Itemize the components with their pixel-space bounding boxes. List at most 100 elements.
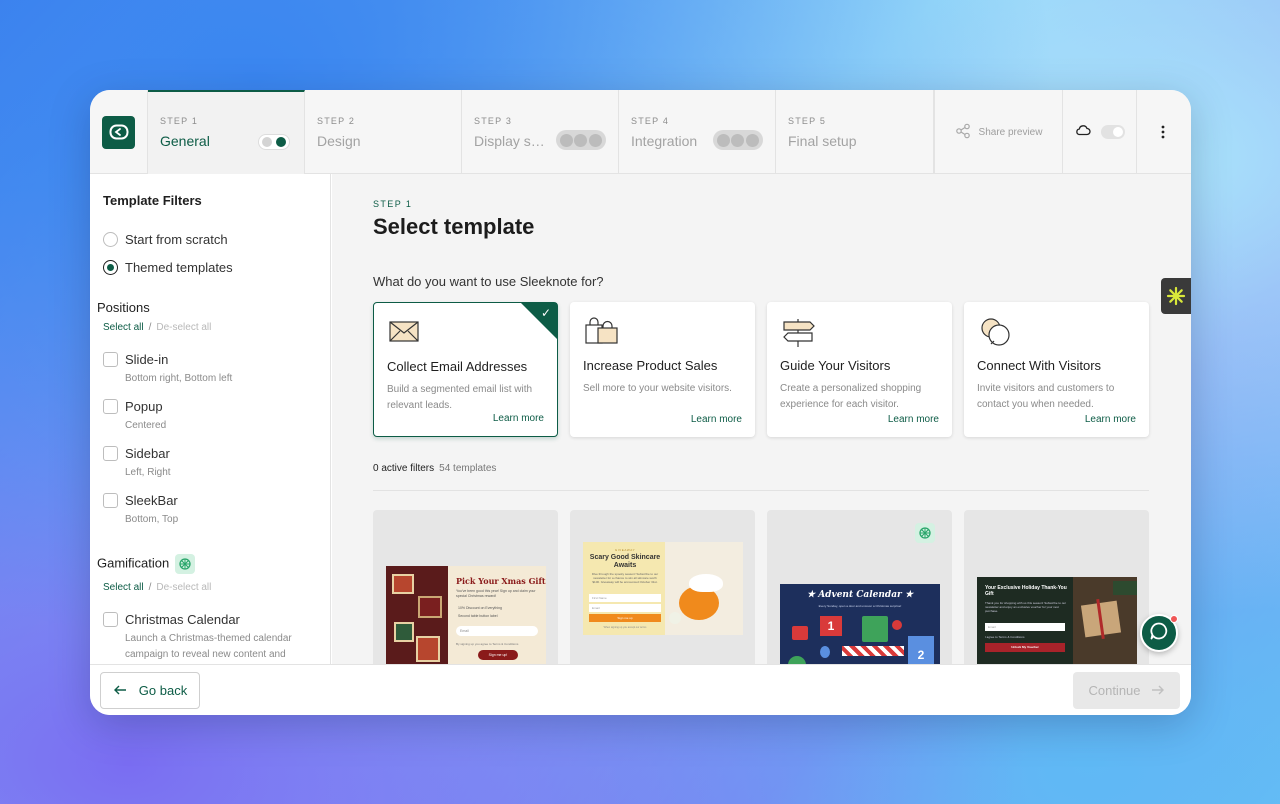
checkbox-label: Sidebar [125,446,170,461]
template-cta: Sign me up! [478,650,518,660]
radio-button[interactable] [103,232,118,247]
template-preview: Pick Your Xmas Gift You've been good thi… [386,566,546,664]
checkbox[interactable] [103,399,118,414]
top-bar: STEP 1 General STEP 2 Design STEP 3 Disp… [90,90,1191,174]
deselect-all-link[interactable]: De-select all [156,322,211,333]
template-card-skincare[interactable]: GIVEAWAY Scary Good Skincare Awaits Dive… [570,510,755,664]
gamification-wheel-icon [915,523,935,543]
learn-more-link[interactable]: Learn more [1085,414,1136,425]
main-content: STEP 1 Select template What do you want … [332,174,1191,664]
template-title: Your Exclusive Holiday Thank-You Gift [985,585,1067,597]
template-card-xmas-gift[interactable]: Pick Your Xmas Gift You've been good thi… [373,510,558,664]
step-progress-dots [713,130,763,150]
step-number: STEP 3 [474,116,513,126]
step-design[interactable]: STEP 2 Design [305,90,462,174]
template-body: Every Sunday, open a door and uncover a … [818,604,902,608]
step-name: Design [317,133,361,149]
select-all-link[interactable]: Select all [103,322,144,333]
gamification-christmas-calendar[interactable]: Christmas Calendar Launch a Christmas-th… [103,612,315,663]
share-icon [955,123,971,142]
radio-button[interactable] [103,260,118,275]
checkbox-label: Popup [125,399,163,414]
radio-start-from-scratch[interactable]: Start from scratch [103,232,228,247]
card-title: Increase Product Sales [583,358,718,373]
card-title: Connect With Visitors [977,358,1102,373]
arrow-right-icon [1151,683,1165,698]
page-title: Select template [373,214,535,239]
template-email-field: Email [456,626,538,636]
envelope-icon [387,317,423,347]
template-card-advent-calendar[interactable]: ★ Advent Calendar ★ Every Sunday, open a… [767,510,952,664]
template-kicker: GIVEAWAY [614,548,636,552]
template-body: Dive through the spooky season! Subscrib… [591,572,659,584]
go-back-button[interactable]: Go back [100,672,200,709]
step-name: Integration [631,133,698,149]
sleeknote-logo[interactable] [102,115,135,149]
checkbox[interactable] [103,612,118,627]
position-sleekbar[interactable]: SleekBar Bottom, Top [103,493,315,528]
template-consent: When signing up you accept our terms [603,626,647,629]
card-description: Sell more to your website visitors. [583,383,732,394]
template-body: Thank you for shopping with us this seas… [985,601,1067,613]
step-name: Final setup [788,133,857,149]
template-first-name-field: First Name [589,594,661,602]
radio-label: Start from scratch [125,232,228,247]
filters-title: Template Filters [103,193,202,208]
checkbox[interactable] [103,446,118,461]
app-window: STEP 1 General STEP 2 Design STEP 3 Disp… [90,90,1191,715]
position-popup[interactable]: Popup Centered [103,399,315,434]
checkbox-label: Christmas Calendar [125,612,240,627]
autosave-cell [1063,90,1137,174]
continue-button[interactable]: Continue [1073,672,1180,709]
notification-dot [1170,615,1178,623]
template-filters-sidebar: Template Filters Start from scratch Them… [90,174,331,664]
deselect-all-link[interactable]: De-select all [156,582,211,593]
share-preview-label: Share preview [978,126,1043,138]
step-display-settings[interactable]: STEP 3 Display se... [462,90,619,174]
gift-image [386,566,448,664]
use-case-card-collect-email[interactable]: ✓ Collect Email Addresses Build a segmen… [373,302,558,437]
template-preview: GIVEAWAY Scary Good Skincare Awaits Dive… [583,542,743,635]
gamification-select-row: Select all / De-select all [103,582,212,593]
learn-more-link[interactable]: Learn more [691,414,742,425]
radio-label: Themed templates [125,260,233,275]
sparkle-widget-icon[interactable] [1161,278,1191,314]
autosave-toggle[interactable] [1100,125,1125,139]
more-menu-icon[interactable] [1137,90,1189,174]
checkbox-label: Slide-in [125,352,169,367]
radio-themed-templates[interactable]: Themed templates [103,260,233,275]
shopping-bags-icon [583,316,619,346]
position-slide-in[interactable]: Slide-in Bottom right, Bottom left [103,352,315,387]
use-case-card-connect-visitors[interactable]: Connect With Visitors Invite visitors an… [964,302,1149,437]
logo-cell [90,90,148,174]
check-icon: ✓ [540,306,551,320]
use-case-card-guide-visitors[interactable]: Guide Your Visitors Create a personalize… [767,302,952,437]
learn-more-link[interactable]: Learn more [493,413,544,424]
checkbox[interactable] [103,352,118,367]
template-consent: By signing up you agree to Terms & Condi… [456,642,519,646]
checkbox-description: Centered [125,420,167,431]
step-final-setup[interactable]: STEP 5 Final setup [776,90,934,174]
template-title-text: Advent Calendar [818,590,902,600]
position-sidebar[interactable]: Sidebar Left, Right [103,446,315,481]
template-title: ★ Advent Calendar ★ [806,590,914,600]
step-general[interactable]: STEP 1 General [148,90,305,174]
checkbox[interactable] [103,493,118,508]
use-case-card-increase-sales[interactable]: Increase Product Sales Sell more to your… [570,302,755,437]
chat-button[interactable] [1140,614,1178,652]
templates-count: 54 templates [439,463,497,474]
positions-select-row: Select all / De-select all [103,322,212,333]
step-integration[interactable]: STEP 4 Integration [619,90,776,174]
card-description: Invite visitors and customers to contact… [977,383,1115,410]
active-filters-count: 0 active filters [373,463,435,474]
step-number: STEP 4 [631,116,670,126]
calendar-door-number: 2 [908,636,934,664]
chat-bubbles-icon [977,316,1013,346]
template-title: Scary Good Skincare Awaits [589,554,661,569]
card-description: Build a segmented email list with releva… [387,384,533,411]
share-preview-button[interactable]: Share preview [934,90,1063,174]
gift-image [1073,577,1137,664]
learn-more-link[interactable]: Learn more [888,414,939,425]
template-card-holiday-thank-you[interactable]: Your Exclusive Holiday Thank-You Gift Th… [964,510,1149,664]
select-all-link[interactable]: Select all [103,582,144,593]
